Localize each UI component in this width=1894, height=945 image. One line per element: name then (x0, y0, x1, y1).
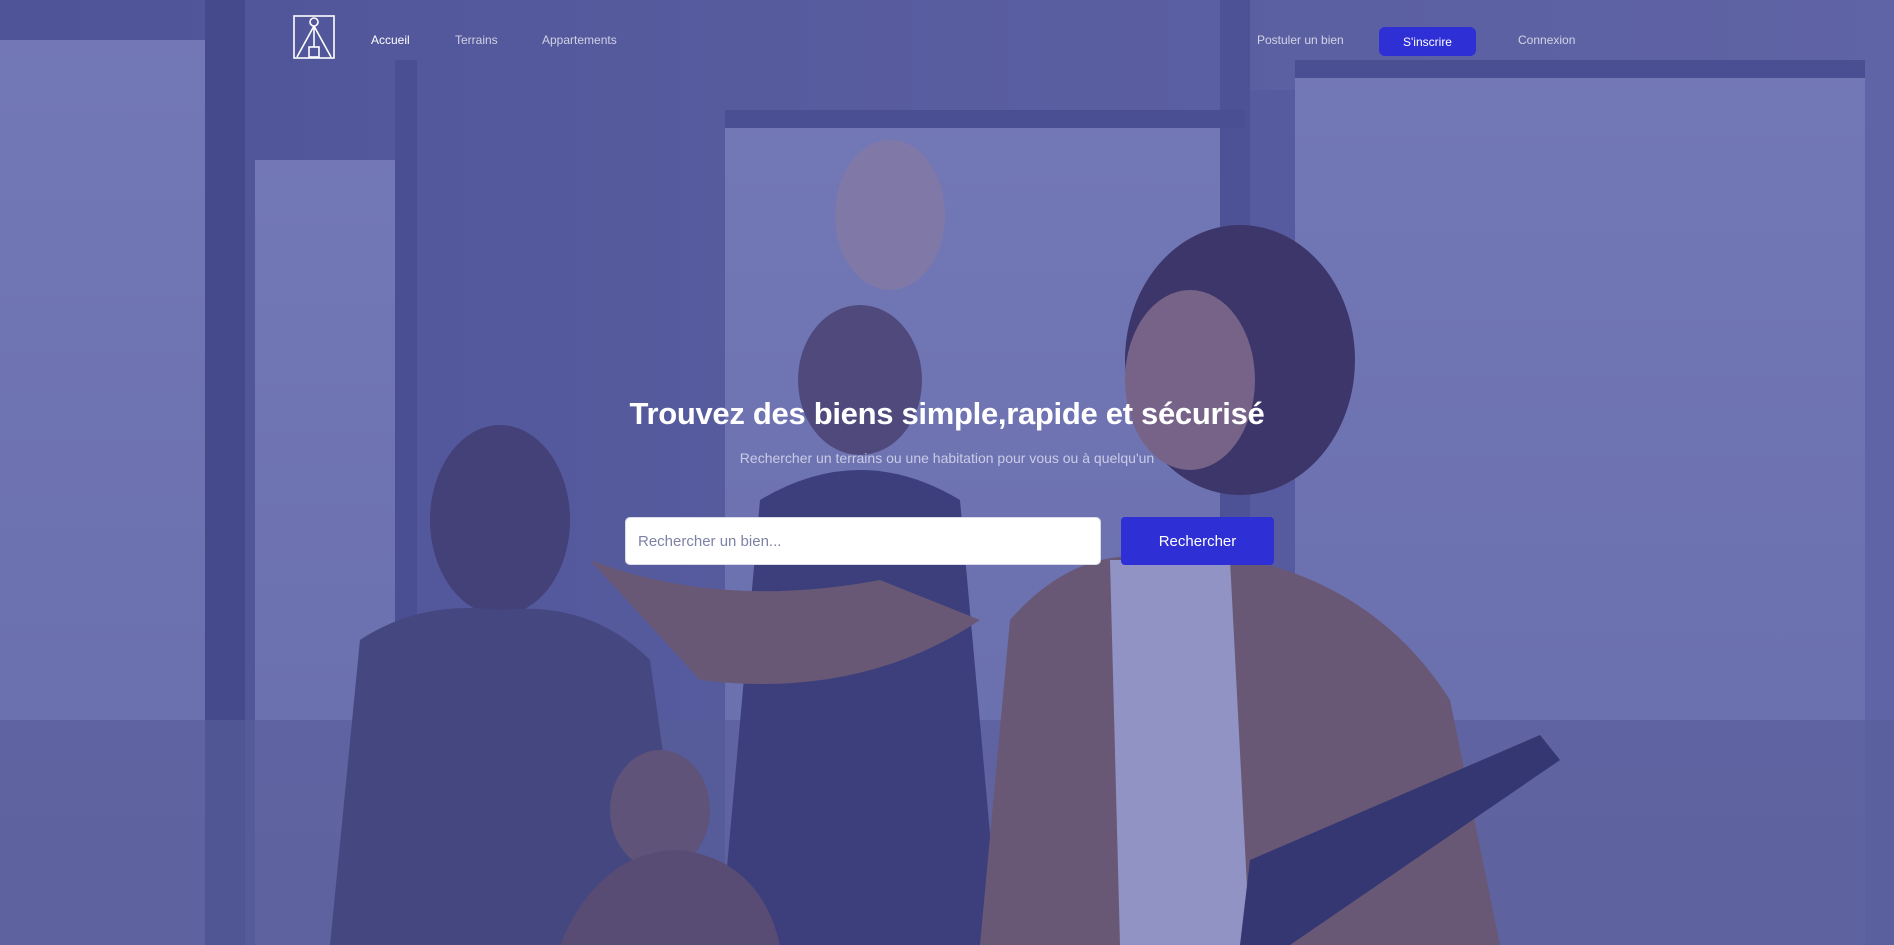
hero-section: Accueil Terrains Appartements Postuler u… (0, 0, 1894, 945)
nav-link-accueil[interactable]: Accueil (371, 33, 410, 47)
search-button[interactable]: Rechercher (1121, 517, 1274, 565)
nav-link-terrains[interactable]: Terrains (455, 33, 498, 47)
hero-color-overlay (0, 0, 1894, 945)
signup-button[interactable]: S'inscrire (1379, 27, 1476, 56)
hero-title: Trouvez des biens simple,rapide et sécur… (629, 396, 1265, 431)
nav-link-connexion[interactable]: Connexion (1518, 33, 1575, 47)
hero-subtitle: Rechercher un terrains ou une habitation… (739, 450, 1155, 466)
search-input[interactable] (625, 517, 1101, 565)
nav-link-postuler[interactable]: Postuler un bien (1257, 33, 1344, 47)
brand-logo-icon[interactable] (293, 15, 335, 59)
nav-link-appartements[interactable]: Appartements (542, 33, 617, 47)
top-navbar: Accueil Terrains Appartements Postuler u… (0, 0, 1894, 84)
